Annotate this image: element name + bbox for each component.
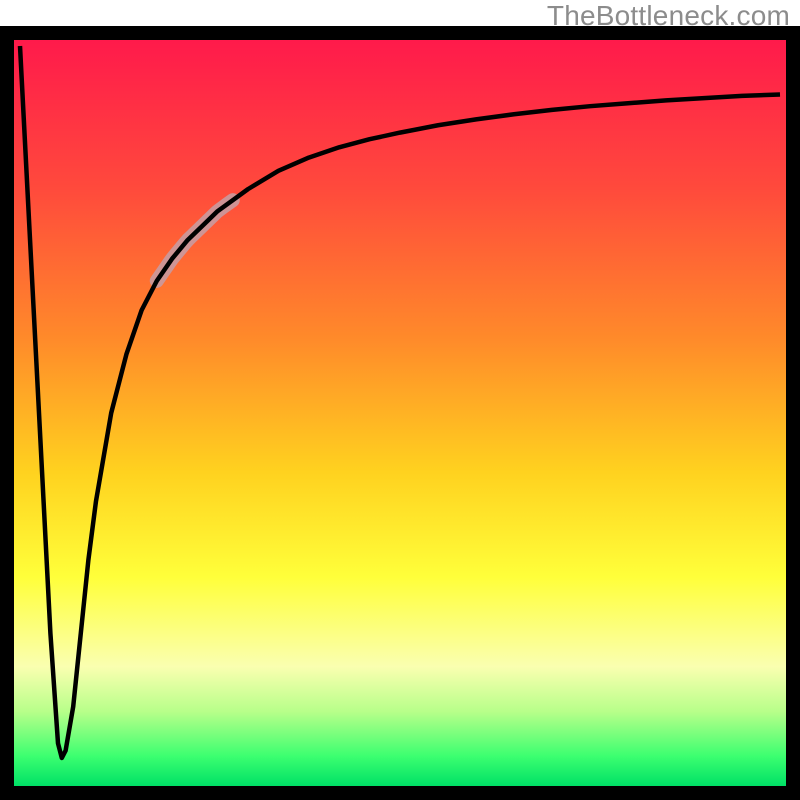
attribution-text: TheBottleneck.com <box>547 0 790 32</box>
bottleneck-chart <box>0 0 800 800</box>
plot-background <box>14 40 786 786</box>
